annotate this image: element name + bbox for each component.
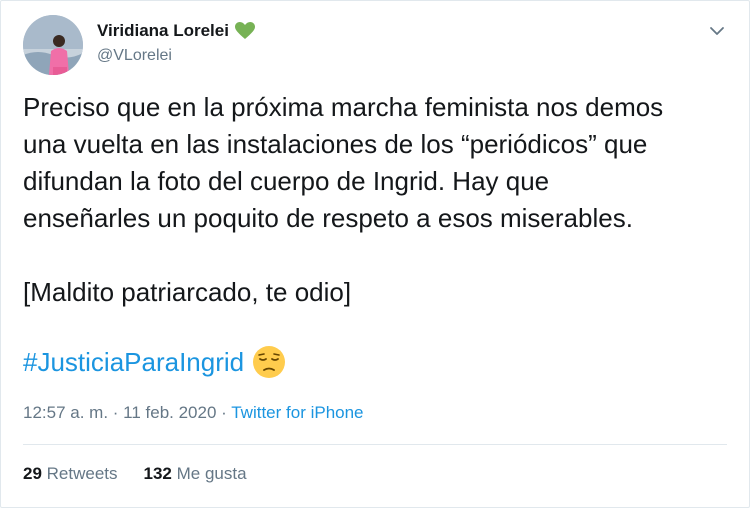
green-heart-icon (234, 22, 255, 40)
divider (23, 444, 727, 445)
tweet-metadata: 12:57 a. m. · 11 feb. 2020 · Twitter for… (23, 403, 364, 423)
tweet-text-line: una vuelta en las instalaciones de los “… (23, 129, 648, 159)
tweet-timestamp[interactable]: 12:57 a. m. · 11 feb. 2020 · (23, 403, 231, 422)
chevron-down-icon[interactable] (707, 21, 727, 41)
likes-count: 132 (143, 464, 172, 483)
tweet-card: Viridiana Lorelei @VLorelei Preciso que … (0, 0, 750, 508)
hashtag-row: #JusticiaParaIngrid (23, 345, 286, 379)
tweet-stats: 29 Retweets 132 Me gusta (23, 464, 247, 484)
retweets-label: Retweets (41, 464, 118, 483)
tweet-text-line: difundan la foto del cuerpo de Ingrid. H… (23, 166, 550, 196)
likes-label: Me gusta (171, 464, 247, 483)
tweet-text-line: [Maldito patriarcado, te odio] (23, 277, 352, 307)
hashtag-link[interactable]: #JusticiaParaIngrid (23, 347, 244, 378)
pensive-face-icon (252, 345, 286, 379)
tweet-text: Preciso que en la próxima marcha feminis… (23, 89, 733, 311)
author-name-row: Viridiana Lorelei (97, 21, 255, 41)
tweet-source-link[interactable]: Twitter for iPhone (231, 403, 363, 422)
display-name[interactable]: Viridiana Lorelei (97, 21, 229, 41)
likes-stat[interactable]: 132 Me gusta (144, 464, 247, 484)
author-handle[interactable]: @VLorelei (97, 47, 172, 65)
retweets-stat[interactable]: 29 Retweets (23, 464, 118, 484)
avatar[interactable] (23, 15, 83, 75)
tweet-text-line: Preciso que en la próxima marcha feminis… (23, 92, 664, 122)
retweets-count: 29 (23, 464, 42, 483)
tweet-text-line: enseñarles un poquito de respeto a esos … (23, 203, 633, 233)
